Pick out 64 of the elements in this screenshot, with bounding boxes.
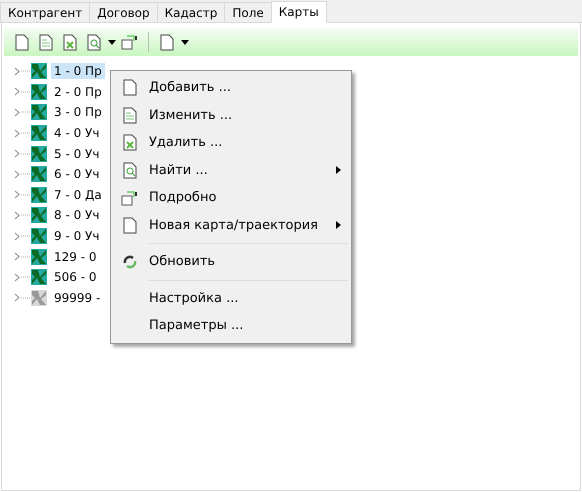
document-lines-icon (39, 34, 53, 50)
menu-item[interactable]: Изменить ... (111, 102, 351, 129)
tree-line (20, 152, 30, 155)
expand-icon[interactable] (14, 170, 20, 179)
tree-line (20, 194, 30, 196)
caret-icon (181, 40, 189, 44)
tree-line (20, 111, 30, 114)
menu-item[interactable]: Новая карта/траектория (111, 212, 351, 239)
search-icon (123, 162, 137, 179)
menu-item[interactable]: Удалить ... (111, 129, 351, 156)
tree-line (20, 235, 30, 238)
document-icon (15, 34, 29, 50)
tree-item[interactable]: 6 - 0 Уч (51, 166, 102, 182)
tree-item[interactable]: 129 - 0 (51, 248, 100, 265)
tree-item[interactable]: 506 - 0 (51, 269, 100, 286)
expand-icon[interactable] (14, 149, 20, 158)
document-icon (160, 34, 174, 50)
tree-line (20, 256, 30, 258)
tree-item[interactable]: 3 - 0 Пр (51, 104, 105, 120)
menu-item[interactable]: Добавить ... (111, 74, 351, 102)
caret-icon (108, 40, 116, 44)
tree-line (20, 214, 30, 216)
delete-icon (123, 134, 137, 152)
refresh-icon (122, 254, 138, 270)
tree-line (20, 132, 30, 134)
search-icon (87, 34, 101, 50)
expand-icon[interactable] (14, 128, 20, 138)
expand-icon[interactable] (14, 108, 20, 117)
expand-icon[interactable] (14, 293, 20, 302)
expand-icon[interactable] (14, 232, 20, 241)
tree-item[interactable]: 4 - 0 Уч (51, 125, 102, 142)
tab[interactable]: Договор (89, 2, 158, 22)
delete-icon (63, 34, 77, 50)
expand-icon[interactable] (14, 66, 20, 76)
document-icon (123, 216, 137, 234)
menu-item[interactable]: Настройка ... (111, 284, 351, 312)
tree-item[interactable]: 99999 - (51, 290, 104, 306)
tree-item[interactable]: 5 - 0 Уч (51, 146, 102, 162)
tree-line (20, 276, 30, 278)
expand-icon[interactable] (14, 210, 20, 220)
expand-icon[interactable] (14, 87, 20, 96)
tab[interactable]: Контрагент (0, 2, 90, 22)
document-lines-icon (123, 106, 137, 124)
tree-item[interactable]: 2 - 0 Пр (51, 84, 105, 100)
tree-line (20, 70, 30, 72)
windows-icon (121, 34, 139, 50)
tree-item[interactable]: 9 - 0 Уч (51, 228, 102, 244)
menu-item[interactable]: Обновить (111, 248, 351, 276)
expand-icon[interactable] (14, 272, 20, 282)
tree-item[interactable]: 7 - 0 Да (51, 186, 105, 203)
tab[interactable]: Карты (270, 1, 327, 23)
tree-line (20, 296, 30, 299)
expand-icon[interactable] (14, 252, 20, 262)
expand-icon[interactable] (14, 190, 20, 200)
menu-item[interactable]: Найти ... (111, 156, 351, 184)
tab[interactable]: Кадастр (156, 2, 226, 22)
document-icon (123, 79, 137, 96)
windows-icon (121, 190, 139, 206)
tree-line (20, 173, 30, 176)
menu-item[interactable]: Подробно (111, 184, 351, 212)
tree-line (20, 90, 30, 93)
tree-item[interactable]: 8 - 0 Уч (51, 207, 102, 224)
tree-item[interactable]: 1 - 0 Пр (51, 63, 105, 80)
menu-item[interactable]: Параметры ... (111, 312, 351, 340)
